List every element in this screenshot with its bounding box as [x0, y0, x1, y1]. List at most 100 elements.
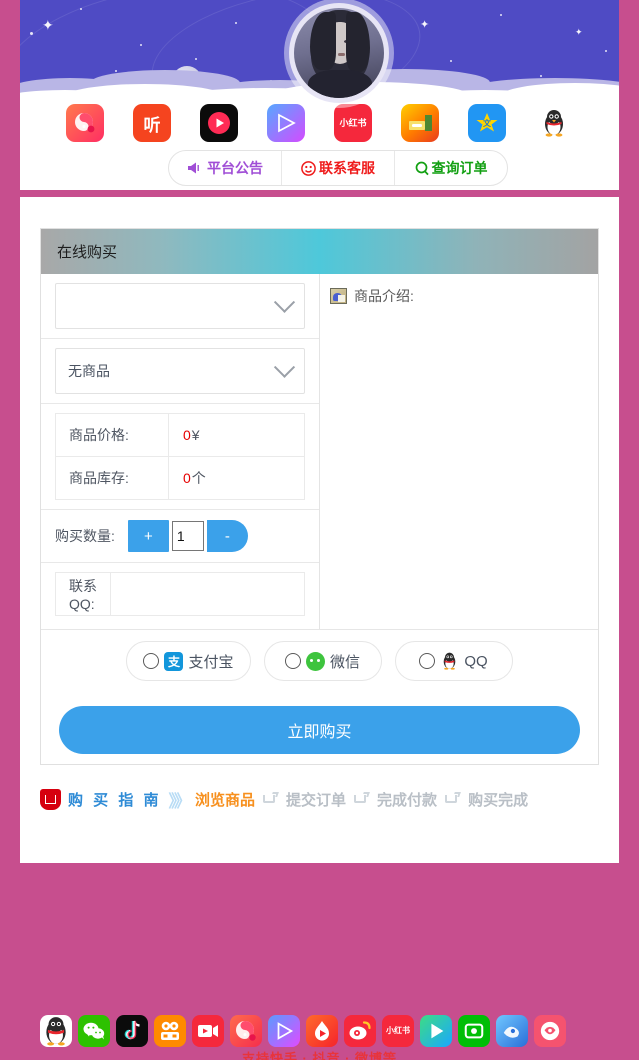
star-sparkle-icon: ✦ [420, 19, 430, 31]
product-field: 无商品 [41, 339, 319, 404]
product-select-value: 无商品 [68, 363, 110, 379]
footer-tagline: 支持快手 · 抖音 · 微博等 [241, 1051, 398, 1060]
quantity-increase-button[interactable]: + [127, 520, 169, 552]
cart-separator-icon [444, 792, 461, 806]
category-select[interactable] [55, 283, 305, 329]
app-icon-ting[interactable]: 听 [133, 104, 171, 142]
purchase-form: 无商品 商品价格: 0 ¥ 商品库存: 0 个 购买数量: + 1 - 联系QQ… [41, 274, 320, 629]
card-title: 在线购买 [57, 244, 118, 261]
star-dot [80, 8, 82, 10]
price-label: 商品价格: [56, 414, 169, 456]
nav-query-order-label: 查询订单 [431, 160, 488, 176]
footer-icon-bilibili[interactable] [534, 1015, 566, 1047]
star-dot [140, 44, 142, 46]
quantity-input[interactable] [171, 521, 204, 551]
product-intro-panel: 商品介绍: [320, 274, 598, 629]
footer-icon-xiaohongshu[interactable]: 小红书 [382, 1015, 414, 1047]
price-number: 0 [183, 427, 191, 443]
category-field [41, 274, 319, 339]
nav-platform-notice-label: 平台公告 [207, 160, 263, 176]
app-icon-douyin-live[interactable] [200, 104, 238, 142]
star-dot [450, 60, 452, 62]
payment-methods: 支 支付宝 微信 QQ [41, 629, 598, 692]
support-face-icon [301, 160, 316, 176]
purchase-card: 在线购买 无商品 商品价格: 0 ¥ 商品库存: 0 个 购买数量: + 1 -… [40, 228, 599, 765]
alipay-label: 支付宝 [188, 653, 234, 671]
payment-option-qq[interactable]: QQ [394, 641, 513, 681]
footer-icon-douyin[interactable] [116, 1015, 148, 1047]
nav-contact-support-label: 联系客服 [319, 160, 375, 176]
app-icon-qq-music[interactable] [66, 104, 104, 142]
footer-icon-weibo[interactable] [344, 1015, 376, 1047]
quantity-decrease-button[interactable]: - [206, 520, 248, 552]
wechat-icon [305, 651, 325, 671]
avatar[interactable] [289, 3, 389, 103]
payment-option-alipay[interactable]: 支 支付宝 [126, 641, 251, 681]
card-header: 在线购买 [41, 229, 598, 274]
nav-contact-support[interactable]: 联系客服 [282, 151, 394, 185]
app-icon-xiaohongshu[interactable]: 小红书 [334, 104, 372, 142]
stock-unit: 个 [191, 470, 206, 486]
avatar-image [294, 8, 384, 98]
game-face-glyph [409, 115, 432, 131]
steps-guide-label: 购 买 指 南 [68, 791, 162, 809]
stock-value: 0个 [169, 457, 304, 499]
megaphone-icon [187, 161, 204, 175]
play-circle-glyph [208, 112, 230, 134]
alipay-radio[interactable] [143, 653, 160, 669]
app-icon-game[interactable] [401, 104, 439, 142]
footer-icon-qq[interactable] [40, 1015, 72, 1047]
banner: ✦ ✦ ✦ 听 小红书 文 平台公告 联系客服 查询订单 [20, 0, 619, 190]
chevron-down-icon [273, 291, 296, 313]
steps-arrow-icon: 》》 [168, 791, 191, 811]
footer-icon-qq-music[interactable] [230, 1015, 262, 1047]
search-q-icon [415, 161, 429, 176]
purchase-steps: 购 买 指 南 》》 浏览商品 提交订单 完成付款 购买完成 [40, 785, 599, 813]
step-complete-payment: 完成付款 [377, 791, 438, 809]
star-dot [605, 50, 607, 52]
qq-field: 联系QQ: [41, 563, 319, 625]
footer-icon-xigua-video[interactable] [268, 1015, 300, 1047]
nav-platform-notice[interactable]: 平台公告 [169, 151, 281, 185]
table-row: 商品价格: 0 ¥ [55, 413, 305, 456]
star-dot [500, 14, 502, 16]
app-icon-qq[interactable] [535, 104, 573, 142]
buy-button-wrap: 立即购买 [41, 692, 598, 772]
banner-app-row: 听 小红书 文 [20, 104, 619, 152]
table-row: 商品库存: 0个 [55, 456, 305, 500]
footer-icon-tencent-video[interactable] [420, 1015, 452, 1047]
stock-number: 0 [183, 470, 191, 486]
qq-label: QQ [464, 652, 488, 670]
qq-radio[interactable] [419, 653, 436, 669]
qq-icon [440, 652, 459, 671]
star-sparkle-icon: ✦ [42, 17, 54, 33]
footer-icon-video[interactable] [192, 1015, 224, 1047]
wechat-radio[interactable] [284, 653, 301, 669]
nav-query-order[interactable]: 查询订单 [395, 151, 507, 185]
product-info-table: 商品价格: 0 ¥ 商品库存: 0个 [41, 404, 319, 510]
footer-icon-mango-tv[interactable] [496, 1015, 528, 1047]
qq-penguin-glyph [545, 110, 563, 137]
payment-option-wechat[interactable]: 微信 [263, 641, 382, 681]
footer-icon-huoshan[interactable] [306, 1015, 338, 1047]
cart-separator-icon [353, 792, 370, 806]
buy-now-button[interactable]: 立即购买 [59, 706, 580, 754]
footer-icon-wechat[interactable] [78, 1015, 110, 1047]
star-dot [195, 58, 197, 60]
footer-icon-kuaishou[interactable] [154, 1015, 186, 1047]
svg-text:文: 文 [483, 118, 492, 128]
quantity-stepper: 购买数量: + - [41, 510, 319, 563]
ting-glyph: 听 [143, 115, 161, 135]
footer-icon-iqiyi[interactable] [458, 1015, 490, 1047]
product-select[interactable]: 无商品 [55, 348, 305, 394]
stock-label: 商品库存: [56, 457, 169, 499]
star-dot [235, 22, 237, 24]
qq-input[interactable] [111, 573, 304, 615]
image-icon [330, 288, 347, 304]
app-icon-qq-star[interactable]: 文 [468, 104, 506, 142]
guide-badge-icon [40, 788, 61, 810]
step-purchase-done: 购买完成 [468, 791, 529, 809]
star-dot [30, 32, 33, 35]
app-icon-xigua[interactable] [267, 104, 305, 142]
card-body: 无商品 商品价格: 0 ¥ 商品库存: 0 个 购买数量: + 1 - 联系QQ… [41, 274, 598, 629]
